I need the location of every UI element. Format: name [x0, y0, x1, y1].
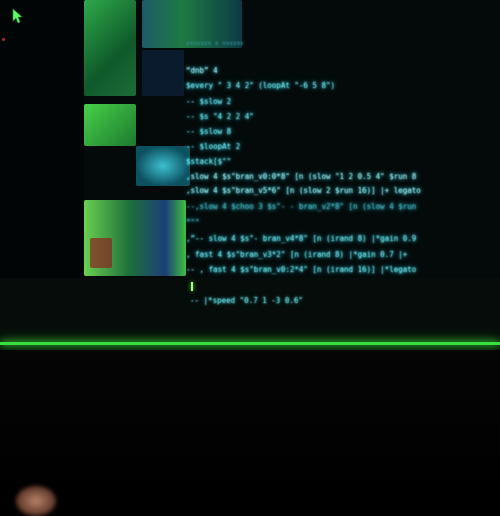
code-line: , fast 4 $s"bran_v3*2" [n (irand 8) |*ga…	[186, 250, 408, 259]
thumbnail-5[interactable]	[136, 146, 190, 186]
monitor-screen: xxxxxxx x xxxxxx “dnb” 4 $every " 3 4 2"…	[0, 0, 500, 350]
thumbnail-3[interactable]	[142, 50, 184, 96]
mouse-pointer-icon	[12, 8, 23, 24]
thumbnail-7[interactable]	[90, 238, 112, 268]
code-line: -- $slow 2	[186, 97, 232, 106]
code-line: $every " 3 4 2" (loopAt "-6 5 8")	[186, 81, 336, 90]
screen-bottom-glow	[0, 342, 500, 345]
code-header: xxxxxxx x xxxxxx	[186, 40, 244, 47]
code-line: -- $slow 8	[186, 127, 232, 136]
code-line: ,slow 4 $s"bran_v5*6" [n (slow 2 $run 16…	[186, 186, 421, 195]
text-cursor	[191, 282, 193, 291]
left-panel	[0, 0, 84, 278]
dark-background	[0, 350, 500, 500]
terminal-prompt-line: -- |*speed "0.7 1 -3 0.6"	[190, 296, 303, 305]
code-line: -- $loopAt 2	[186, 142, 241, 151]
code-line: “dnb” 4	[186, 66, 218, 75]
code-line: -- , fast 4 $s"bran_v0:2*4" [n (irand 16…	[186, 265, 417, 274]
code-line: $stack[$""	[186, 157, 232, 166]
status-indicator	[2, 38, 5, 41]
code-line: ”""	[186, 218, 200, 227]
code-block[interactable]: “dnb” 4 $every " 3 4 2" (loopAt "-6 5 8"…	[186, 66, 500, 306]
code-line: --,slow 4 $choo 3 $s"- - bran_v2*8" [n (…	[186, 202, 417, 211]
fingertip	[16, 486, 56, 516]
thumbnail-4[interactable]	[84, 104, 136, 146]
code-editor: xxxxxxx x xxxxxx “dnb” 4 $every " 3 4 2"…	[0, 0, 500, 289]
terminal-panel[interactable]	[0, 278, 500, 342]
code-line: ,”-- slow 4 $s"- bran_v4*8" [n (irand 8)…	[186, 234, 417, 243]
code-line: -- $s "4 2 2 4"	[186, 112, 254, 121]
thumbnail-1[interactable]	[84, 0, 136, 96]
code-line: ,slow 4 $s"bran_v0:0*8" [n (slow "1 2 0.…	[186, 172, 417, 181]
